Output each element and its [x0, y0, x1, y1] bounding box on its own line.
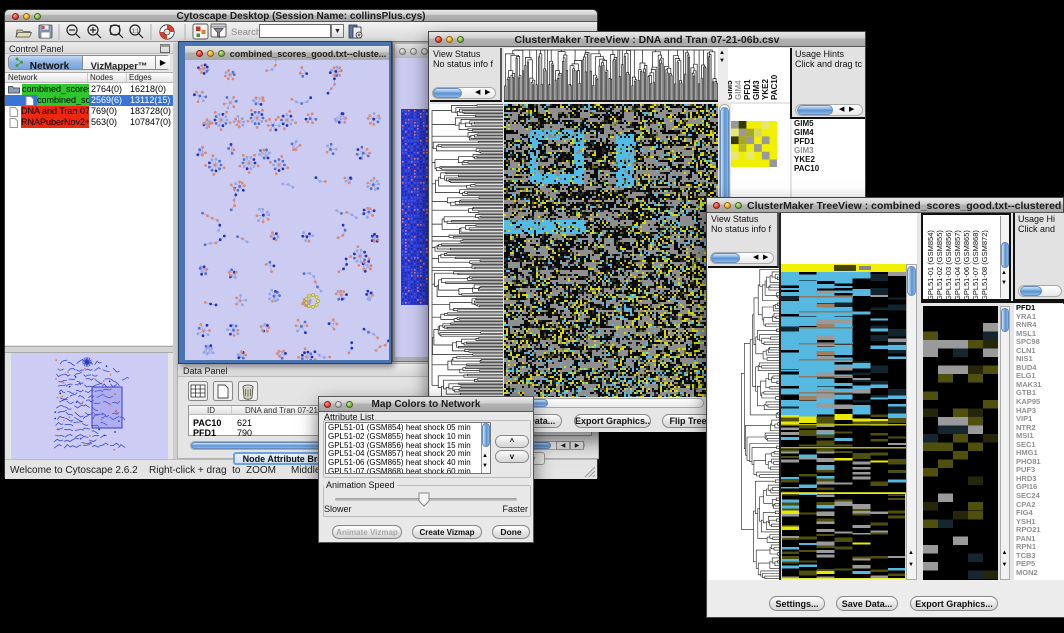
svg-text:1:1: 1:1 — [132, 29, 139, 35]
svg-text:YKE2: YKE2 — [761, 79, 770, 100]
svg-text:GPL51-02 (GSM855): GPL51-02 (GSM855) — [935, 230, 944, 299]
svg-text:GPL51-03 (GSM856): GPL51-03 (GSM856) — [944, 230, 953, 299]
svg-text:GIM3: GIM3 — [752, 80, 761, 100]
svg-text:GPL51-06 (GSM865): GPL51-06 (GSM865) — [962, 230, 971, 299]
svg-text:GPL51-07 (GSM868): GPL51-07 (GSM868) — [971, 230, 980, 299]
svg-text:GIM4: GIM4 — [734, 80, 743, 100]
svg-text:GPL51-04 (GSM857): GPL51-04 (GSM857) — [953, 230, 962, 299]
svg-text:PFD1: PFD1 — [743, 79, 752, 100]
svg-text:GPL51-08 (GSM872): GPL51-08 (GSM872) — [980, 230, 989, 299]
svg-text:GPL51-01 (GSM854): GPL51-01 (GSM854) — [926, 230, 935, 299]
svg-text:PAC10: PAC10 — [770, 74, 779, 100]
